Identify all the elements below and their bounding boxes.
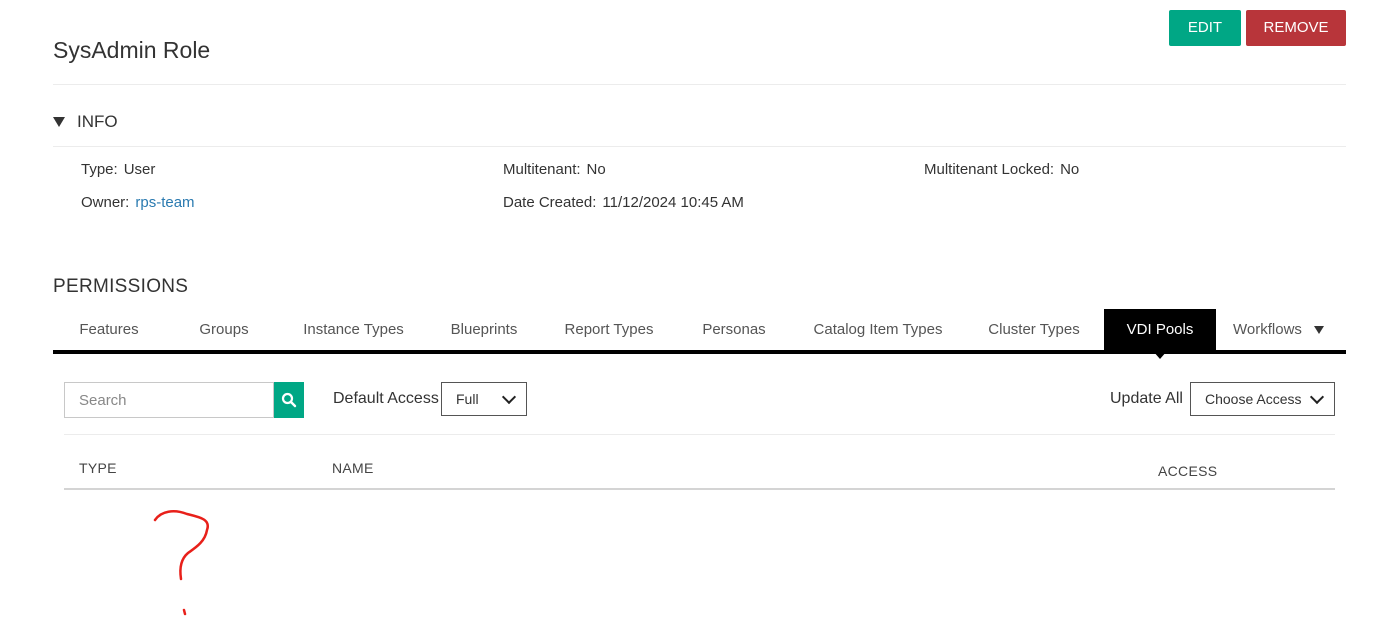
info-section-toggle[interactable]: INFO [53, 112, 118, 132]
tab-workflows-label: Workflows [1233, 321, 1302, 338]
multitenant-locked-label: Multitenant Locked: [924, 161, 1055, 178]
question-mark-annotation [153, 510, 210, 616]
multitenant-field: Multitenant: No [503, 161, 606, 178]
caret-down-icon [1313, 326, 1324, 335]
default-access-value: Full [456, 391, 479, 407]
default-access-label: Default Access [333, 390, 439, 407]
table-header-divider [64, 488, 1335, 490]
multitenant-locked-value: No [1060, 161, 1080, 178]
header-divider [53, 84, 1346, 85]
search-button[interactable] [274, 382, 304, 418]
page-title: SysAdmin Role [53, 37, 211, 63]
tab-report-types[interactable]: Report Types [555, 309, 663, 350]
chevron-down-icon [501, 389, 517, 404]
multitenant-locked-field: Multitenant Locked: No [924, 161, 1079, 178]
type-value: User [123, 161, 156, 178]
update-all-value: Choose Access [1205, 391, 1302, 407]
default-access-select[interactable]: Full [441, 382, 527, 416]
tab-instance-types[interactable]: Instance Types [293, 309, 414, 350]
multitenant-value: No [586, 161, 606, 178]
multitenant-label: Multitenant: [503, 161, 581, 178]
caret-down-icon [53, 117, 65, 127]
tab-blueprints[interactable]: Blueprints [439, 309, 529, 350]
controls-divider [64, 434, 1335, 435]
type-label: Type: [81, 161, 118, 178]
tab-features[interactable]: Features [63, 309, 155, 350]
column-header-name[interactable]: NAME [332, 460, 374, 476]
update-all-select[interactable]: Choose Access [1190, 382, 1335, 416]
type-field: Type: User [81, 161, 155, 178]
info-divider [53, 146, 1346, 147]
tab-catalog-item-types[interactable]: Catalog Item Types [804, 309, 952, 350]
search-icon [281, 392, 297, 408]
owner-label: Owner: [81, 194, 130, 211]
date-created-value: 11/12/2024 10:45 AM [602, 194, 744, 211]
tab-personas[interactable]: Personas [690, 309, 778, 350]
tab-cluster-types[interactable]: Cluster Types [978, 309, 1090, 350]
owner-field: Owner: rps-team [81, 194, 195, 211]
info-section-label: INFO [77, 112, 118, 131]
remove-button[interactable]: REMOVE [1246, 10, 1346, 46]
update-all-label: Update All [1110, 390, 1183, 407]
permissions-tabs: Features Groups Instance Types Blueprint… [53, 309, 1346, 359]
column-header-access[interactable]: ACCESS [1158, 463, 1217, 479]
tab-groups[interactable]: Groups [181, 309, 267, 350]
date-created-label: Date Created: [503, 194, 597, 211]
owner-link[interactable]: rps-team [135, 194, 194, 211]
search-input[interactable] [64, 382, 274, 418]
tab-workflows[interactable]: Workflows [1233, 309, 1343, 350]
date-created-field: Date Created: 11/12/2024 10:45 AM [503, 194, 744, 211]
permissions-title: PERMISSIONS [53, 276, 189, 297]
tab-vdi-pools[interactable]: VDI Pools [1104, 309, 1216, 359]
edit-button[interactable]: EDIT [1169, 10, 1241, 46]
tabs-underline [53, 350, 1346, 354]
chevron-down-icon [1309, 389, 1325, 404]
column-header-type[interactable]: TYPE [79, 460, 117, 476]
